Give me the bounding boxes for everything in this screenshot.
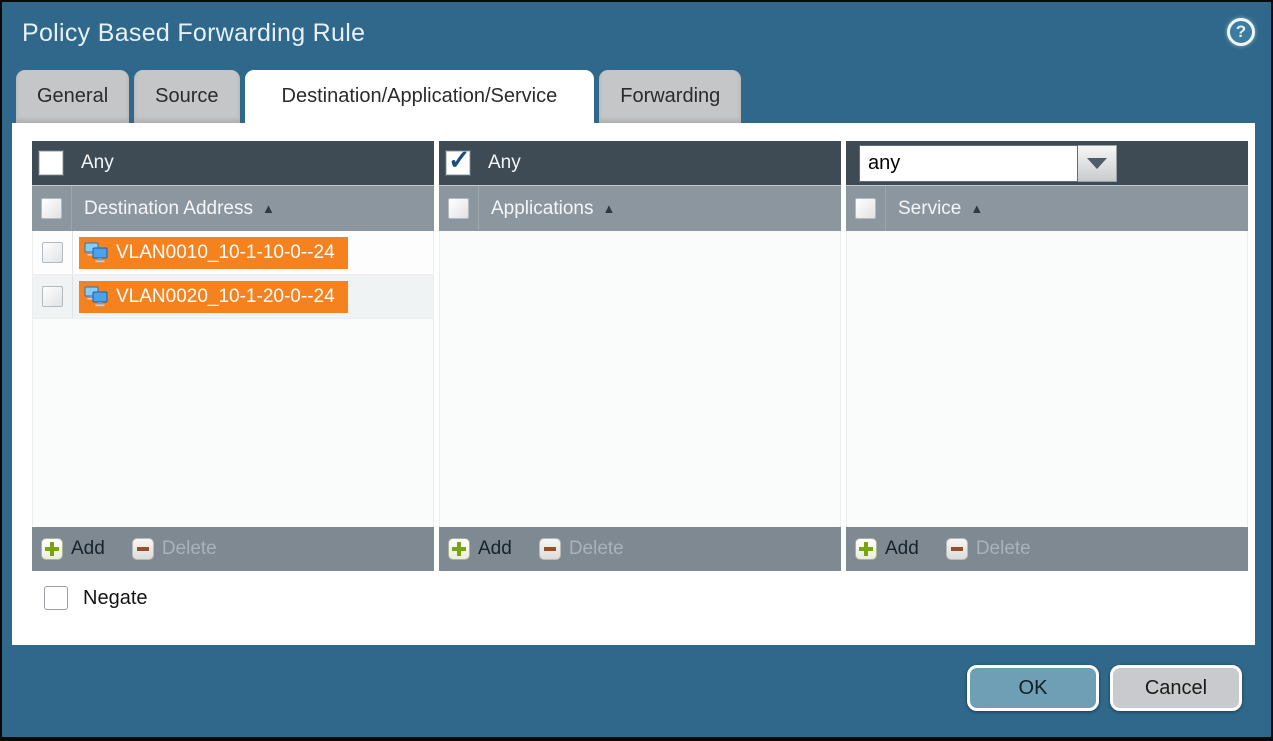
delete-icon [946, 538, 968, 560]
applications-header-label: Applications [479, 198, 593, 220]
applications-any-bar: ✓ Any [439, 141, 841, 185]
delete-application-button[interactable]: Delete [539, 538, 624, 560]
negate-label: Negate [83, 587, 148, 610]
columns-container: Any Destination Address ▲ [32, 141, 1248, 571]
dialog-title: Policy Based Forwarding Rule [22, 19, 365, 48]
tab-general[interactable]: General [16, 70, 129, 123]
network-icon [84, 286, 109, 307]
delete-label: Delete [976, 538, 1031, 560]
add-destination-button[interactable]: Add [41, 538, 105, 560]
tab-destination-label: Destination/Application/Service [282, 85, 558, 108]
delete-destination-button[interactable]: Delete [132, 538, 217, 560]
add-icon [855, 538, 877, 560]
delete-label: Delete [569, 538, 624, 560]
destination-select-all-checkbox[interactable] [41, 198, 62, 219]
tab-general-label: General [37, 85, 108, 108]
destination-header-label: Destination Address [72, 198, 253, 220]
add-label: Add [478, 538, 512, 560]
destination-any-label: Any [81, 152, 114, 174]
sort-asc-icon: ▲ [970, 201, 983, 216]
destination-item[interactable]: VLAN0010_10-1-10-0--24 [79, 237, 348, 269]
service-list [846, 231, 1248, 527]
add-service-button[interactable]: Add [855, 538, 919, 560]
applications-panel: ✓ Any Applications ▲ Add [439, 141, 841, 571]
delete-icon [132, 538, 154, 560]
add-icon [448, 538, 470, 560]
destination-address-column-header[interactable]: Destination Address ▲ [32, 185, 434, 231]
chevron-down-icon [1087, 158, 1107, 169]
service-footer: Add Delete [846, 527, 1248, 571]
sort-asc-icon: ▲ [262, 201, 275, 216]
table-row: VLAN0020_10-1-20-0--24 [33, 275, 433, 319]
row-checkbox[interactable] [42, 242, 63, 263]
applications-column-header[interactable]: Applications ▲ [439, 185, 841, 231]
applications-any-checkbox[interactable]: ✓ [446, 151, 470, 175]
help-icon[interactable]: ? [1227, 18, 1255, 46]
check-icon: ✓ [448, 145, 471, 176]
destination-item[interactable]: VLAN0020_10-1-20-0--24 [79, 281, 348, 313]
destination-any-bar: Any [32, 141, 434, 185]
sort-asc-icon: ▲ [602, 201, 615, 216]
tab-forwarding[interactable]: Forwarding [599, 70, 741, 123]
policy-based-forwarding-dialog: Policy Based Forwarding Rule ? General S… [0, 0, 1273, 741]
delete-label: Delete [162, 538, 217, 560]
delete-service-button[interactable]: Delete [946, 538, 1031, 560]
row-checkbox[interactable] [42, 286, 63, 307]
negate-option: Negate [44, 586, 148, 610]
cancel-button-label: Cancel [1145, 677, 1207, 700]
service-dropdown-value: any [859, 145, 1078, 182]
add-application-button[interactable]: Add [448, 538, 512, 560]
cancel-button[interactable]: Cancel [1110, 665, 1242, 711]
destination-any-checkbox[interactable] [39, 151, 63, 175]
destination-list: VLAN0010_10-1-10-0--24 [32, 231, 434, 527]
network-icon [84, 242, 109, 263]
add-label: Add [71, 538, 105, 560]
destination-item-label: VLAN0020_10-1-20-0--24 [116, 286, 335, 308]
tab-destination-application-service[interactable]: Destination/Application/Service [245, 70, 595, 123]
applications-footer: Add Delete [439, 527, 841, 571]
ok-button-label: OK [1019, 677, 1048, 700]
table-row: VLAN0010_10-1-10-0--24 [33, 231, 433, 275]
delete-icon [539, 538, 561, 560]
dropdown-button[interactable] [1078, 145, 1117, 182]
service-mode-dropdown[interactable]: any [859, 145, 1117, 182]
service-select-all-checkbox[interactable] [855, 198, 876, 219]
tab-source-label: Source [155, 85, 218, 108]
help-icon-glyph: ? [1236, 22, 1246, 42]
destination-address-panel: Any Destination Address ▲ [32, 141, 434, 571]
tab-forwarding-label: Forwarding [620, 85, 720, 108]
service-panel: any Service ▲ [846, 141, 1248, 571]
destination-footer: Add Delete [32, 527, 434, 571]
service-column-header[interactable]: Service ▲ [846, 185, 1248, 231]
negate-checkbox[interactable] [44, 586, 68, 610]
add-label: Add [885, 538, 919, 560]
applications-list [439, 231, 841, 527]
add-icon [41, 538, 63, 560]
ok-button[interactable]: OK [967, 665, 1099, 711]
applications-any-label: Any [488, 152, 521, 174]
tab-bar: General Source Destination/Application/S… [16, 70, 741, 123]
tab-content-panel: Any Destination Address ▲ [12, 123, 1255, 645]
applications-select-all-checkbox[interactable] [448, 198, 469, 219]
destination-item-label: VLAN0010_10-1-10-0--24 [116, 242, 335, 264]
service-header-label: Service [886, 198, 961, 220]
service-dropdown-bar: any [846, 141, 1248, 185]
tab-source[interactable]: Source [134, 70, 239, 123]
